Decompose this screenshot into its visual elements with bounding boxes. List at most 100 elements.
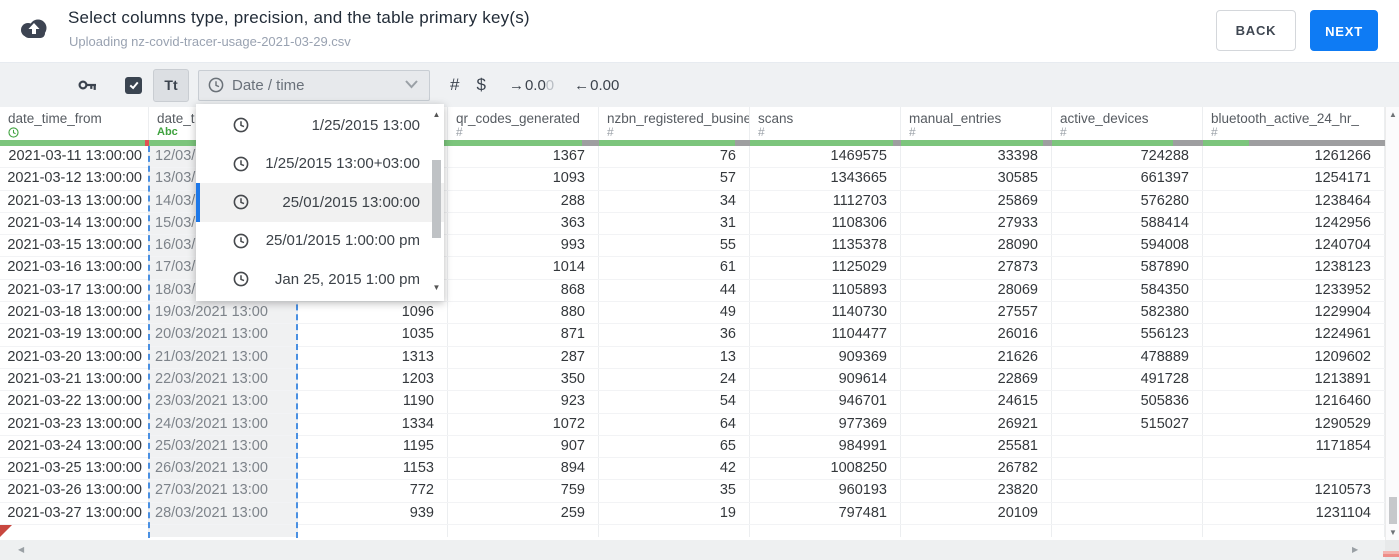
table-cell[interactable]: 2021-03-18 13:00:00 <box>0 302 149 324</box>
table-cell[interactable]: 26782 <box>901 458 1052 480</box>
table-cell[interactable]: 1334 <box>298 413 448 435</box>
table-cell[interactable]: 907 <box>448 435 599 458</box>
table-cell[interactable]: 1254171 <box>1203 168 1385 190</box>
table-cell[interactable]: 1195 <box>298 435 448 458</box>
table-cell[interactable]: 661397 <box>1052 168 1203 190</box>
table-cell[interactable] <box>149 525 298 538</box>
table-cell[interactable] <box>1203 458 1385 480</box>
table-cell[interactable]: 1096 <box>298 302 448 324</box>
table-cell[interactable]: 76 <box>599 146 750 168</box>
column-header-date_time_from[interactable]: date_time_from <box>0 107 149 140</box>
table-cell[interactable]: 25581 <box>901 435 1052 458</box>
table-cell[interactable]: 1242956 <box>1203 212 1385 235</box>
table-cell[interactable] <box>1052 435 1203 458</box>
table-cell[interactable] <box>750 525 901 538</box>
vertical-scroll-thumb[interactable] <box>1389 497 1397 524</box>
table-cell[interactable]: 24/03/2021 13:00 <box>149 413 298 435</box>
table-cell[interactable]: 939 <box>298 502 448 525</box>
next-button[interactable]: NEXT <box>1310 10 1378 51</box>
table-cell[interactable]: 19 <box>599 502 750 525</box>
text-type-button[interactable]: Tt <box>153 68 189 102</box>
increase-decimal-button[interactable]: → 0.0 0 <box>509 77 554 94</box>
date-format-option[interactable]: 1/25/2015 13:00+03:00 <box>196 145 444 184</box>
dropdown-scroll-up-arrow[interactable]: ▲ <box>430 110 443 119</box>
number-type-button[interactable]: # <box>450 75 459 95</box>
table-cell[interactable]: 2021-03-22 13:00:00 <box>0 391 149 413</box>
table-cell[interactable]: 759 <box>448 480 599 502</box>
table-cell[interactable]: 28090 <box>901 235 1052 257</box>
table-cell[interactable]: 1135378 <box>750 235 901 257</box>
table-cell[interactable]: 2021-03-20 13:00:00 <box>0 346 149 368</box>
table-cell[interactable]: 582380 <box>1052 302 1203 324</box>
table-cell[interactable]: 2021-03-24 13:00:00 <box>0 435 149 458</box>
table-cell[interactable]: 724288 <box>1052 146 1203 168</box>
table-cell[interactable]: 28/03/2021 13:00 <box>149 502 298 525</box>
table-cell[interactable]: 2021-03-14 13:00:00 <box>0 212 149 235</box>
table-cell[interactable]: 923 <box>448 391 599 413</box>
table-cell[interactable]: 1014 <box>448 257 599 279</box>
currency-type-button[interactable]: $ <box>476 75 485 95</box>
column-header-active_devices[interactable]: active_devices # <box>1052 107 1203 140</box>
table-cell[interactable]: 2021-03-12 13:00:00 <box>0 168 149 190</box>
table-cell[interactable]: 1171854 <box>1203 435 1385 458</box>
table-cell[interactable]: 22/03/2021 13:00 <box>149 368 298 391</box>
table-cell[interactable]: 33398 <box>901 146 1052 168</box>
table-cell[interactable]: 977369 <box>750 413 901 435</box>
table-cell[interactable]: 44 <box>599 279 750 302</box>
table-cell[interactable]: 946701 <box>750 391 901 413</box>
table-cell[interactable]: 26921 <box>901 413 1052 435</box>
table-cell[interactable]: 880 <box>448 302 599 324</box>
table-cell[interactable]: 1108306 <box>750 212 901 235</box>
table-cell[interactable]: 772 <box>298 480 448 502</box>
table-cell[interactable]: 57 <box>599 168 750 190</box>
table-cell[interactable]: 1104477 <box>750 324 901 346</box>
table-cell[interactable]: 1105893 <box>750 279 901 302</box>
table-cell[interactable]: 24 <box>599 368 750 391</box>
table-cell[interactable] <box>0 525 149 538</box>
table-cell[interactable]: 1367 <box>448 146 599 168</box>
table-cell[interactable]: 1035 <box>298 324 448 346</box>
date-format-option[interactable]: 1/25/2015 13:00 <box>196 106 444 145</box>
table-cell[interactable]: 797481 <box>750 502 901 525</box>
table-cell[interactable]: 64 <box>599 413 750 435</box>
table-cell[interactable]: 24615 <box>901 391 1052 413</box>
table-cell[interactable]: 1125029 <box>750 257 901 279</box>
table-cell[interactable] <box>1052 502 1203 525</box>
table-cell[interactable]: 909369 <box>750 346 901 368</box>
table-cell[interactable]: 19/03/2021 13:00 <box>149 302 298 324</box>
table-cell[interactable]: 594008 <box>1052 235 1203 257</box>
column-header-manual_entries[interactable]: manual_entries # <box>901 107 1052 140</box>
table-cell[interactable]: 26/03/2021 13:00 <box>149 458 298 480</box>
table-cell[interactable] <box>901 525 1052 538</box>
table-cell[interactable]: 23/03/2021 13:00 <box>149 391 298 413</box>
table-cell[interactable]: 1216460 <box>1203 391 1385 413</box>
dropdown-scroll-down-arrow[interactable]: ▼ <box>430 283 443 292</box>
scroll-down-arrow[interactable]: ▼ <box>1386 528 1399 537</box>
table-cell[interactable]: 1231104 <box>1203 502 1385 525</box>
table-cell[interactable]: 30585 <box>901 168 1052 190</box>
table-cell[interactable]: 25/03/2021 13:00 <box>149 435 298 458</box>
scroll-up-arrow[interactable]: ▲ <box>1386 110 1399 119</box>
table-cell[interactable]: 1140730 <box>750 302 901 324</box>
decrease-decimal-button[interactable]: ← 0.00 <box>574 77 619 94</box>
table-cell[interactable]: 49 <box>599 302 750 324</box>
table-cell[interactable]: 993 <box>448 235 599 257</box>
scroll-right-arrow[interactable]: ▶ <box>1352 545 1358 554</box>
back-button[interactable]: BACK <box>1216 10 1296 51</box>
horizontal-scroll-thumb[interactable] <box>1383 551 1399 557</box>
table-cell[interactable]: 1112703 <box>750 190 901 212</box>
table-cell[interactable] <box>298 525 448 538</box>
table-cell[interactable] <box>1052 458 1203 480</box>
table-cell[interactable]: 350 <box>448 368 599 391</box>
table-cell[interactable]: 2021-03-16 13:00:00 <box>0 257 149 279</box>
table-cell[interactable]: 1240704 <box>1203 235 1385 257</box>
table-cell[interactable]: 2021-03-25 13:00:00 <box>0 458 149 480</box>
table-cell[interactable]: 871 <box>448 324 599 346</box>
table-cell[interactable]: 2021-03-11 13:00:00 <box>0 146 149 168</box>
table-cell[interactable]: 2021-03-13 13:00:00 <box>0 190 149 212</box>
table-cell[interactable]: 1343665 <box>750 168 901 190</box>
table-cell[interactable]: 22869 <box>901 368 1052 391</box>
table-cell[interactable]: 1290529 <box>1203 413 1385 435</box>
table-cell[interactable]: 27873 <box>901 257 1052 279</box>
table-cell[interactable]: 587890 <box>1052 257 1203 279</box>
